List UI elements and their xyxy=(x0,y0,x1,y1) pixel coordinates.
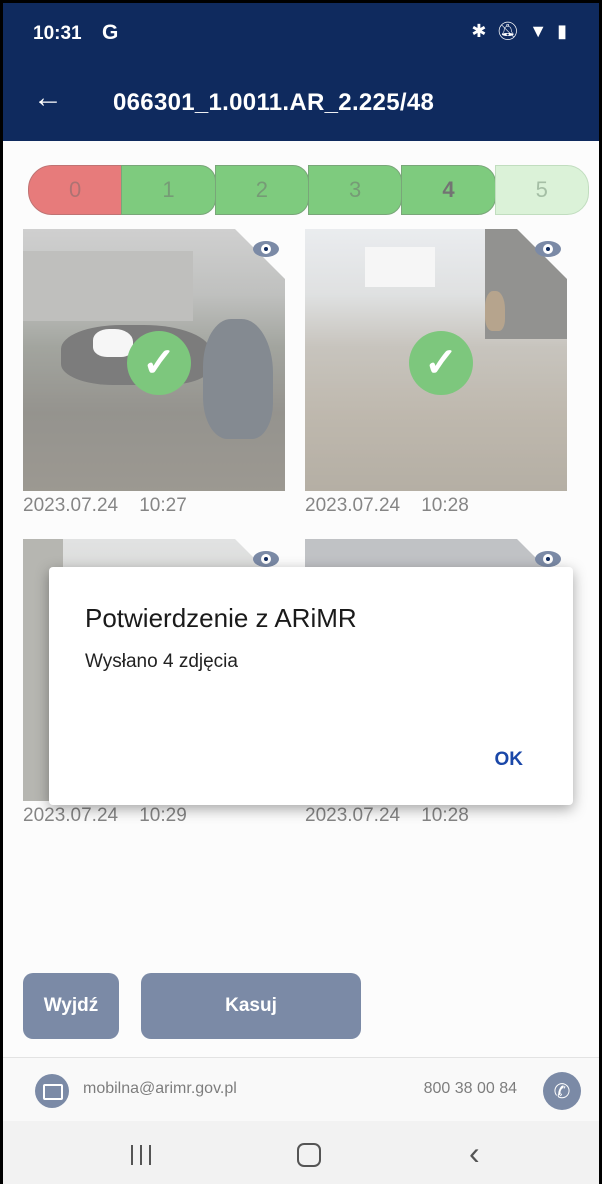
confirmation-dialog: Potwierdzenie z ARiMR Wysłano 4 zdjęcia … xyxy=(49,567,573,805)
ok-button[interactable]: OK xyxy=(495,749,524,771)
page-title: 066301_1.0011.AR_2.225/48 xyxy=(113,89,435,116)
bluetooth-icon: ✱ xyxy=(471,21,497,41)
wifi-icon: ▼ xyxy=(529,21,558,41)
status-time: 10:31 xyxy=(33,23,82,44)
status-bar: 10:31 G ✱🔕︎▼▮ xyxy=(3,3,599,61)
status-icons: ✱🔕︎▼▮ xyxy=(471,21,577,42)
recent-apps-icon[interactable] xyxy=(131,1145,151,1165)
home-icon[interactable] xyxy=(297,1143,321,1167)
google-icon: G xyxy=(102,21,119,44)
app-screen: 10:31 G ✱🔕︎▼▮ ← 066301_1.0011.AR_2.225/4… xyxy=(0,0,602,1184)
app-bar: ← 066301_1.0011.AR_2.225/48 xyxy=(3,61,599,141)
dialog-title: Potwierdzenie z ARiMR xyxy=(85,603,357,633)
system-nav-bar: ‹ xyxy=(3,1121,599,1184)
bell-off-icon: 🔕︎ xyxy=(496,21,530,41)
battery-icon: ▮ xyxy=(557,21,577,41)
back-arrow-icon[interactable]: ← xyxy=(33,81,63,115)
back-chevron-icon[interactable]: ‹ xyxy=(469,1135,480,1172)
dialog-message: Wysłano 4 zdjęcia xyxy=(85,651,238,672)
